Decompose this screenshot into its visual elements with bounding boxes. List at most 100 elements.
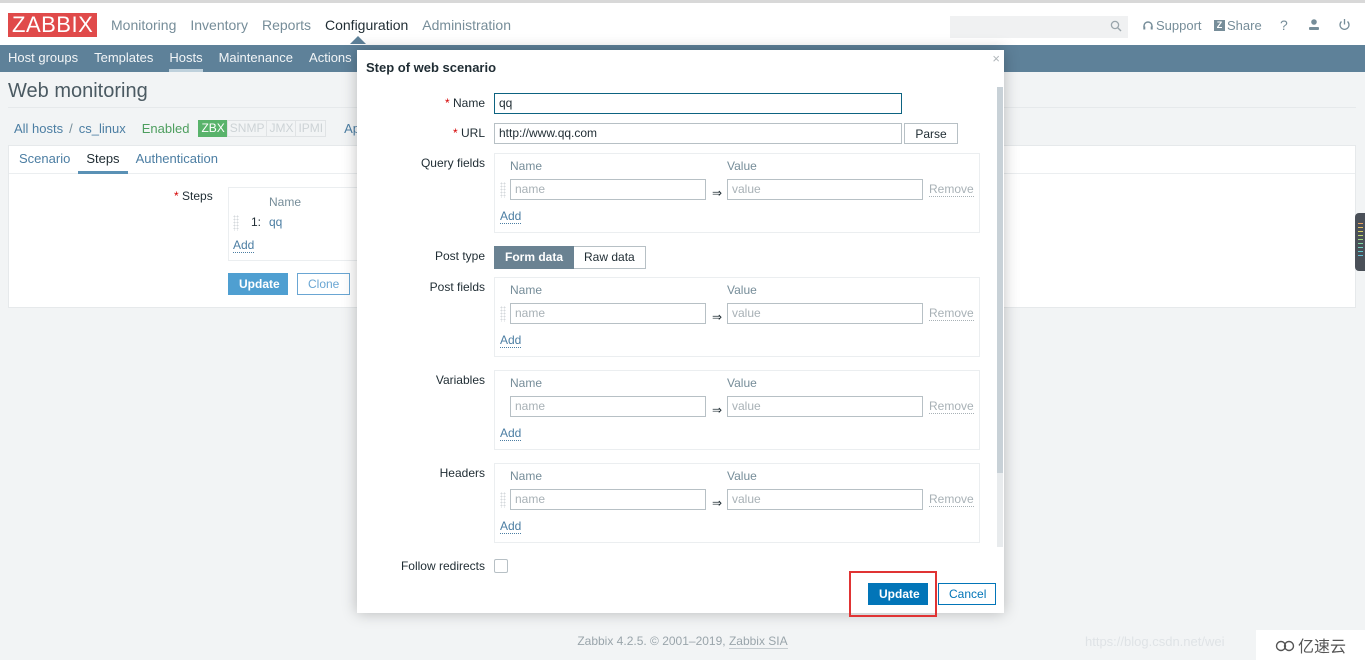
badge-jmx: JMX (266, 120, 297, 137)
share-label: Share (1227, 18, 1262, 33)
footer-link[interactable]: Zabbix SIA (728, 634, 788, 649)
nav-administration[interactable]: Administration (415, 16, 518, 34)
badge-snmp: SNMP (226, 120, 268, 137)
var-value-input[interactable]: value (727, 396, 923, 417)
headers-label: Headers (439, 466, 485, 480)
query-value-input[interactable]: value (727, 179, 923, 200)
subnav-maintenance[interactable]: Maintenance (211, 45, 301, 72)
drag-handle-icon[interactable] (500, 306, 506, 322)
arrow-icon: ⇒ (712, 496, 723, 510)
var-name-input[interactable]: name (510, 396, 706, 417)
post-remove-link[interactable]: Remove (929, 306, 974, 321)
post-type-raw-data[interactable]: Raw data (574, 246, 646, 269)
var-col-value: Value (727, 376, 757, 390)
nav-monitoring[interactable]: Monitoring (104, 16, 183, 34)
brand-text: 亿速云 (1297, 639, 1346, 656)
search-icon[interactable] (1110, 20, 1122, 32)
post-name-input[interactable]: name (510, 303, 706, 324)
dialog-cancel-button[interactable]: Cancel (938, 583, 996, 605)
update-button[interactable]: Update (228, 273, 288, 295)
nav-reports[interactable]: Reports (255, 16, 318, 34)
add-step-link[interactable]: Add (233, 238, 255, 253)
nav-configuration[interactable]: Configuration (318, 16, 415, 34)
drag-handle-icon[interactable] (233, 215, 239, 231)
tab-steps[interactable]: Steps (78, 146, 128, 174)
status-enabled[interactable]: Enabled (142, 121, 190, 136)
breadcrumb-all-hosts[interactable]: All hosts (14, 121, 63, 136)
side-widget[interactable] (1355, 213, 1365, 271)
post-type-form-data[interactable]: Form data (494, 246, 575, 269)
header-remove-link[interactable]: Remove (929, 492, 974, 507)
breadcrumb-separator: / (69, 121, 73, 136)
step-name-link[interactable]: qq (269, 215, 282, 229)
url-input[interactable]: http://www.qq.com (494, 123, 902, 144)
var-remove-link[interactable]: Remove (929, 399, 974, 414)
support-label: Support (1156, 18, 1202, 33)
close-icon[interactable]: × (992, 51, 1000, 66)
zabbix-logo[interactable]: ZABBIX (8, 13, 98, 37)
footer-text: Zabbix 4.2.5. © 2001–2019, (577, 634, 729, 648)
search-input[interactable] (950, 16, 1128, 38)
steps-label-text: Steps (182, 189, 213, 203)
parse-button[interactable]: Parse (904, 123, 958, 144)
post-col-name: Name (510, 283, 543, 297)
post-value-input[interactable]: value (727, 303, 923, 324)
cloud-logo-icon (1275, 640, 1295, 652)
follow-redirects-label: Follow redirects (400, 559, 485, 573)
support-link[interactable]: Support (1142, 18, 1202, 33)
user-profile-icon[interactable] (1308, 18, 1320, 31)
tab-authentication[interactable]: Authentication (128, 146, 226, 173)
dialog-update-button[interactable]: Update (868, 583, 928, 605)
query-col-name: Name (510, 159, 543, 173)
badge-ipmi: IPMI (295, 120, 327, 137)
var-add-link[interactable]: Add (500, 426, 522, 441)
steps-column-name: Name (269, 195, 302, 209)
scrollbar[interactable] (997, 87, 1003, 547)
header-name-input[interactable]: name (510, 489, 706, 510)
arrow-icon: ⇒ (712, 310, 723, 324)
headset-icon (1143, 20, 1153, 29)
subnav-hosts[interactable]: Hosts (161, 45, 210, 72)
sign-out-icon[interactable] (1338, 18, 1351, 31)
availability-badges: ZBX SNMP JMX IPMI (198, 120, 327, 137)
nav-inventory[interactable]: Inventory (183, 16, 255, 34)
subnav-host-groups[interactable]: Host groups (0, 45, 86, 72)
steps-table: Name 1: qq Add (228, 187, 368, 261)
drag-handle-icon[interactable] (500, 182, 506, 198)
drag-handle-icon[interactable] (500, 492, 506, 508)
header-add-link[interactable]: Add (500, 519, 522, 534)
post-fields-table: Name Value name ⇒ value Remove Add (494, 277, 980, 357)
post-add-link[interactable]: Add (500, 333, 522, 348)
step-number: 1: (251, 215, 262, 229)
scrollbar-thumb[interactable] (997, 87, 1003, 473)
breadcrumb-host[interactable]: cs_linux (79, 121, 126, 136)
post-type-toggle: Form data Raw data (494, 246, 646, 269)
subnav-templates[interactable]: Templates (86, 45, 161, 72)
name-input[interactable]: qq (494, 93, 902, 114)
follow-redirects-checkbox[interactable] (494, 559, 508, 573)
variables-label: Variables (435, 373, 485, 387)
var-col-name: Name (510, 376, 543, 390)
post-fields-label: Post fields (429, 280, 485, 294)
breadcrumb: All hosts / cs_linux Enabled ZBX SNMP JM… (14, 120, 360, 137)
variables-table: Name Value name ⇒ value Remove Add (494, 370, 980, 450)
share-link[interactable]: Z Share (1214, 18, 1262, 33)
page-title: Web monitoring (8, 80, 148, 102)
help-icon[interactable]: ? (1280, 17, 1288, 33)
query-fields-table: Name Value name ⇒ value Remove Add (494, 153, 980, 233)
header-value-input[interactable]: value (727, 489, 923, 510)
tab-scenario[interactable]: Scenario (11, 146, 78, 173)
required-marker: * (174, 189, 183, 203)
query-remove-link[interactable]: Remove (929, 182, 974, 197)
query-add-link[interactable]: Add (500, 209, 522, 224)
post-col-value: Value (727, 283, 757, 297)
step-dialog: Step of web scenario × * Name qq * URL h… (357, 50, 1004, 617)
headers-table: Name Value name ⇒ value Remove Add (494, 463, 980, 543)
name-label: * Name (444, 96, 485, 110)
clone-button[interactable]: Clone (297, 273, 350, 295)
main-nav: Monitoring Inventory Reports Configurati… (104, 16, 518, 34)
query-name-input[interactable]: name (510, 179, 706, 200)
watermark: https://blog.csdn.net/wei (1085, 634, 1225, 649)
arrow-icon: ⇒ (712, 186, 723, 200)
subnav-actions[interactable]: Actions (301, 45, 360, 72)
